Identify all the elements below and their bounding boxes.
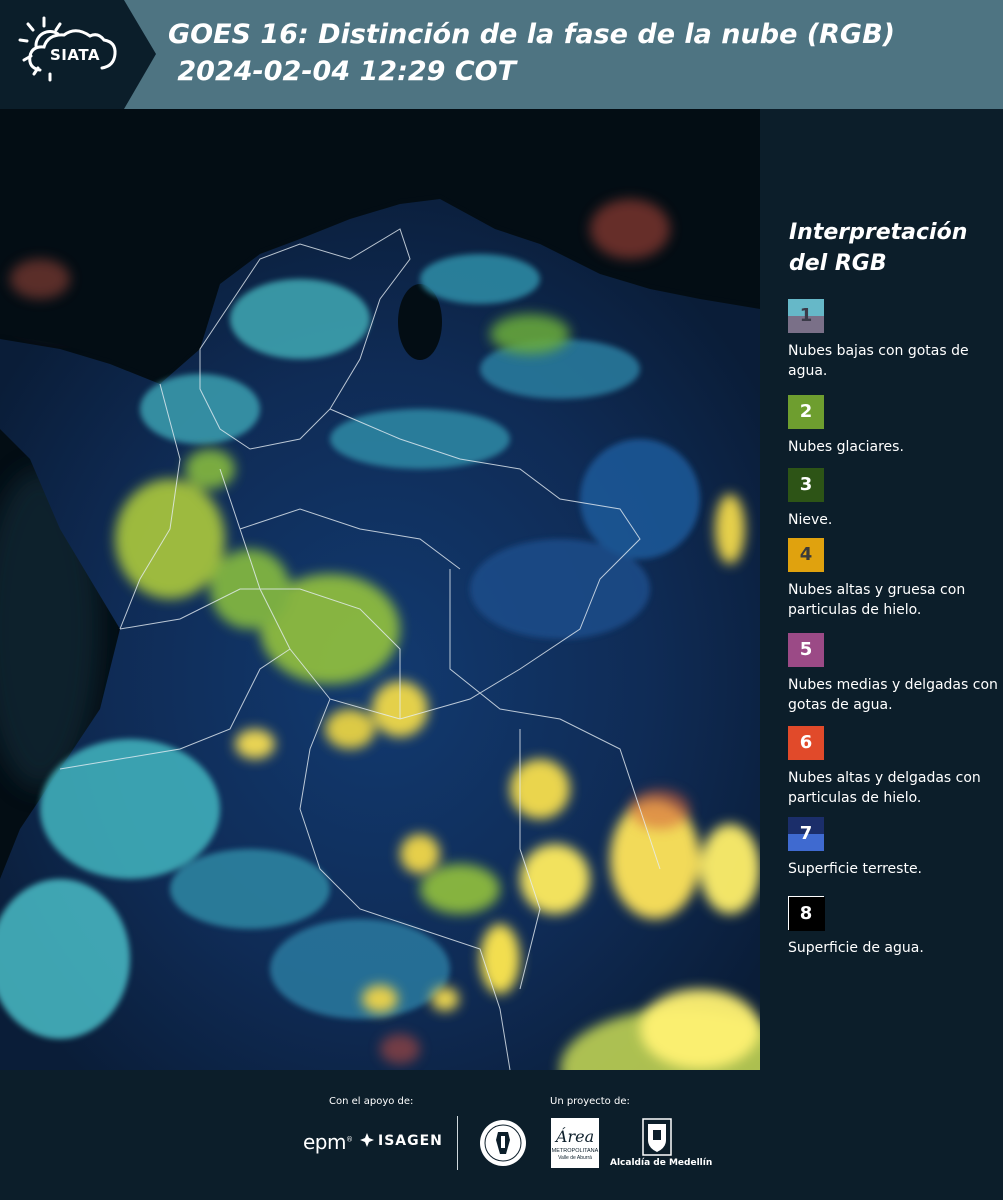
legend-swatch: 7 (788, 817, 824, 851)
legend-title: Interpretación del RGB (789, 220, 968, 276)
legend-panel: Interpretación del RGB 1 Nubes bajas con… (776, 109, 1003, 1070)
legend-swatch: 2 (788, 395, 824, 429)
epm-logo-text: epm (303, 1130, 346, 1154)
legend-number: 8 (799, 903, 813, 924)
area-logo-script: Área (554, 1126, 594, 1146)
legend-item-8: 8 Superficie de agua. (788, 896, 998, 958)
alcaldia-logo: Alcaldía de Medellín (610, 1118, 713, 1172)
siata-logo-text: SIATA (50, 46, 101, 64)
legend-label: Nubes bajas con gotas de agua. (788, 343, 969, 379)
legend-label: Superficie terreste. (788, 861, 923, 877)
support-label: Con el apoyo de: (329, 1096, 414, 1107)
isagen-logo: ISAGEN (360, 1133, 443, 1149)
legend-item-7: 7 Superficie terreste. (788, 817, 998, 879)
legend-number: 6 (799, 732, 813, 753)
legend-label: Nubes medias y delgadas con gotas de agu… (788, 677, 998, 713)
legend-label: Nubes altas y delgadas con particulas de… (788, 770, 981, 806)
title-line-product: GOES 16: Distinción de la fase de la nub… (168, 19, 895, 50)
area-logo-sub1: METROPOLITANA (552, 1148, 599, 1154)
isagen-logo-text: ISAGEN (378, 1133, 443, 1149)
page-title: GOES 16: Distinción de la fase de la nub… (168, 16, 895, 90)
legend-swatch: 6 (788, 726, 824, 760)
legend-item-2: 2 Nubes glaciares. (788, 395, 998, 457)
project-label: Un proyecto de: (550, 1096, 630, 1107)
legend-number: 4 (799, 544, 813, 565)
university-seal-icon (480, 1120, 526, 1166)
legend-label: Superficie de agua. (788, 940, 924, 956)
footer-bar: Con el apoyo de: Un proyecto de: epm® IS… (0, 1070, 1003, 1200)
legend-swatch: 5 (788, 633, 824, 667)
rgb-satellite-image (0, 109, 760, 1070)
legend-item-5: 5 Nubes medias y delgadas con gotas de a… (788, 633, 998, 715)
legend-number: 3 (799, 474, 813, 495)
legend-swatch: 1 (788, 299, 824, 333)
legend-number: 2 (799, 401, 813, 422)
legend-item-1: 1 Nubes bajas con gotas de agua. (788, 299, 998, 381)
legend-swatch: 8 (788, 896, 825, 931)
area-logo-sub2: Valle de Aburrá (558, 1155, 592, 1161)
legend-label: Nubes glaciares. (788, 439, 904, 455)
siata-logo: SIATA (0, 0, 156, 109)
satellite-map (0, 109, 760, 1070)
header-bar: SIATA GOES 16: Distinción de la fase de … (0, 0, 1003, 109)
area-metropolitana-logo: Área METROPOLITANA Valle de Aburrá (551, 1118, 599, 1168)
legend-item-4: 4 Nubes altas y gruesa con particulas de… (788, 538, 998, 620)
legend-swatch: 4 (788, 538, 824, 572)
legend-item-6: 6 Nubes altas y delgadas con particulas … (788, 726, 998, 808)
footer-divider (457, 1116, 458, 1170)
epm-logo: epm® (303, 1130, 353, 1154)
legend-label: Nubes altas y gruesa con particulas de h… (788, 582, 966, 618)
alcaldia-label: Alcaldía de Medellín (610, 1158, 713, 1168)
title-line-datetime: 2024-02-04 12:29 COT (168, 56, 517, 87)
legend-number: 1 (799, 305, 813, 326)
legend-swatch: 3 (788, 468, 824, 502)
legend-item-3: 3 Nieve. (788, 468, 998, 530)
legend-label: Nieve. (788, 512, 833, 528)
legend-number: 5 (799, 639, 813, 660)
medellin-shield-icon (642, 1118, 672, 1156)
legend-number: 7 (799, 823, 813, 844)
isagen-mark-icon (360, 1133, 374, 1147)
